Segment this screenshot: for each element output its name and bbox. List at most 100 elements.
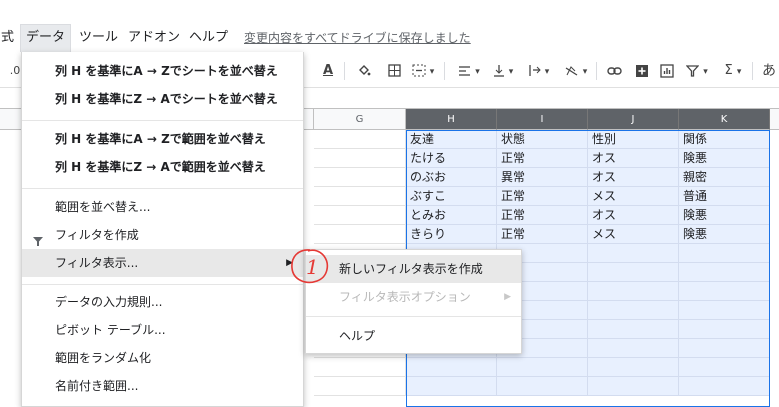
- toolbar-divider: [344, 62, 345, 80]
- menu-data[interactable]: データ: [20, 24, 72, 52]
- grid-cell[interactable]: [314, 187, 406, 206]
- menu-help[interactable]: ヘルプ: [184, 24, 233, 52]
- insert-comment-icon[interactable]: [632, 59, 652, 83]
- grid-cell[interactable]: [314, 358, 406, 377]
- grid-cell[interactable]: メス: [588, 187, 679, 206]
- menu-item-randomize-range[interactable]: 範囲をランダム化: [22, 344, 303, 372]
- grid-cell[interactable]: [314, 206, 406, 225]
- grid-cell[interactable]: 関係: [679, 130, 770, 149]
- grid-cell[interactable]: [314, 168, 406, 187]
- input-tools-button[interactable]: あ: [759, 59, 779, 83]
- grid-cell[interactable]: 険悪: [679, 225, 770, 244]
- grid-cell[interactable]: [314, 130, 406, 149]
- grid-cell[interactable]: [497, 377, 588, 396]
- insert-link-icon[interactable]: [604, 59, 624, 83]
- grid-cell[interactable]: 友達: [406, 130, 497, 149]
- menu-item-sort-range[interactable]: 範囲を並べ替え...: [22, 193, 303, 221]
- grid-cell[interactable]: 険悪: [679, 149, 770, 168]
- grid-cell[interactable]: メス: [588, 225, 679, 244]
- menu-item-sort-sheet-z-a[interactable]: 列 H を基準にZ → Aでシートを並べ替え: [22, 85, 303, 113]
- grid-cell[interactable]: 正常: [497, 206, 588, 225]
- grid-cell[interactable]: [497, 358, 588, 377]
- column-header-j[interactable]: J: [588, 109, 679, 130]
- merge-cells-icon[interactable]: ▾: [410, 59, 436, 83]
- grid-cell[interactable]: [588, 339, 679, 358]
- grid-cell[interactable]: [588, 282, 679, 301]
- grid-cell[interactable]: 状態: [497, 130, 588, 149]
- menu-item-named-ranges[interactable]: 名前付き範囲...: [22, 372, 303, 400]
- text-wrap-icon[interactable]: ▾: [526, 59, 552, 83]
- menu-item-data-validation[interactable]: データの入力規則...: [22, 288, 303, 316]
- grid-cell[interactable]: [406, 358, 497, 377]
- submenu-arrow-icon: ▶: [286, 258, 293, 268]
- filter-toolbar-icon[interactable]: ▾: [684, 59, 710, 83]
- grid-cell[interactable]: 正常: [497, 225, 588, 244]
- grid-cell[interactable]: [679, 320, 770, 339]
- column-header-l[interactable]: [770, 109, 779, 130]
- column-header-i[interactable]: I: [497, 109, 588, 130]
- menu-item-sort-range-z-a[interactable]: 列 H を基準にZ → Aで範囲を並べ替え: [22, 153, 303, 181]
- grid-cell[interactable]: [679, 358, 770, 377]
- column-header-k[interactable]: K: [679, 109, 770, 130]
- text-rotation-icon[interactable]: ▾: [562, 59, 590, 83]
- grid-cell[interactable]: [679, 339, 770, 358]
- grid-cell[interactable]: [588, 263, 679, 282]
- grid-cell[interactable]: 性別: [588, 130, 679, 149]
- grid-cell[interactable]: [679, 263, 770, 282]
- grid-cell[interactable]: 異常: [497, 168, 588, 187]
- text-color-letter: A: [322, 63, 334, 78]
- borders-icon[interactable]: [384, 59, 404, 83]
- text-color-button[interactable]: A: [318, 59, 338, 83]
- grid-cell[interactable]: [314, 149, 406, 168]
- horizontal-align-icon[interactable]: ▾: [456, 59, 482, 83]
- grid-cell[interactable]: [588, 301, 679, 320]
- menu-item-create-filter[interactable]: フィルタを作成: [22, 221, 303, 249]
- decimal-format-button[interactable]: .0: [8, 59, 22, 83]
- menu-addons[interactable]: アドオン: [123, 24, 185, 52]
- menu-format[interactable]: 式: [0, 24, 19, 52]
- functions-button[interactable]: Σ ▾: [720, 59, 746, 83]
- grid-cell[interactable]: のぶお: [406, 168, 497, 187]
- grid-cell[interactable]: [588, 244, 679, 263]
- grid-cell[interactable]: 険悪: [679, 206, 770, 225]
- sum-icon: Σ: [724, 63, 733, 78]
- menu-item-filter-views[interactable]: フィルタ表示... ▶: [22, 249, 303, 277]
- grid-cell[interactable]: きらり: [406, 225, 497, 244]
- grid-cell[interactable]: ぶすこ: [406, 187, 497, 206]
- grid-cell[interactable]: [314, 225, 406, 244]
- submenu-arrow-icon: ▶: [504, 292, 511, 302]
- menu-item-sort-range-a-z[interactable]: 列 H を基準にA → Zで範囲を並べ替え: [22, 125, 303, 153]
- grid-cell[interactable]: オス: [588, 206, 679, 225]
- grid-cell[interactable]: [588, 377, 679, 396]
- grid-cell[interactable]: 普通: [679, 187, 770, 206]
- grid-cell[interactable]: とみお: [406, 206, 497, 225]
- vertical-align-icon[interactable]: ▾: [490, 59, 516, 83]
- toolbar-divider: [596, 62, 597, 80]
- grid-cell[interactable]: [679, 282, 770, 301]
- grid-cell[interactable]: たける: [406, 149, 497, 168]
- menu-item-filter-help[interactable]: ヘルプ: [306, 322, 521, 350]
- column-header-g[interactable]: G: [314, 109, 406, 130]
- grid-cell[interactable]: [588, 320, 679, 339]
- insert-chart-icon[interactable]: [657, 59, 677, 83]
- grid-cell[interactable]: オス: [588, 149, 679, 168]
- fill-color-icon[interactable]: [354, 59, 374, 83]
- grid-cell[interactable]: [679, 301, 770, 320]
- grid-cell[interactable]: [588, 358, 679, 377]
- save-status-link[interactable]: 変更内容をすべてドライブに保存しました: [244, 24, 471, 52]
- menu-item-pivot-table[interactable]: ピボット テーブル...: [22, 316, 303, 344]
- menu-divider: [22, 284, 303, 285]
- grid-cell[interactable]: 正常: [497, 187, 588, 206]
- menu-tools[interactable]: ツール: [74, 24, 123, 52]
- menu-item-sort-sheet-a-z[interactable]: 列 H を基準にA → Zでシートを並べ替え: [22, 57, 303, 85]
- grid-cell[interactable]: [314, 377, 406, 396]
- data-menu: 列 H を基準にA → Zでシートを並べ替え 列 H を基準にZ → Aでシート…: [21, 52, 304, 407]
- grid-cell[interactable]: [679, 377, 770, 396]
- menu-item-create-new-filter-view[interactable]: 新しいフィルタ表示を作成: [306, 255, 521, 283]
- grid-cell[interactable]: [406, 377, 497, 396]
- grid-cell[interactable]: 正常: [497, 149, 588, 168]
- grid-cell[interactable]: 親密: [679, 168, 770, 187]
- column-header-h[interactable]: H: [406, 109, 497, 130]
- grid-cell[interactable]: [679, 244, 770, 263]
- grid-cell[interactable]: オス: [588, 168, 679, 187]
